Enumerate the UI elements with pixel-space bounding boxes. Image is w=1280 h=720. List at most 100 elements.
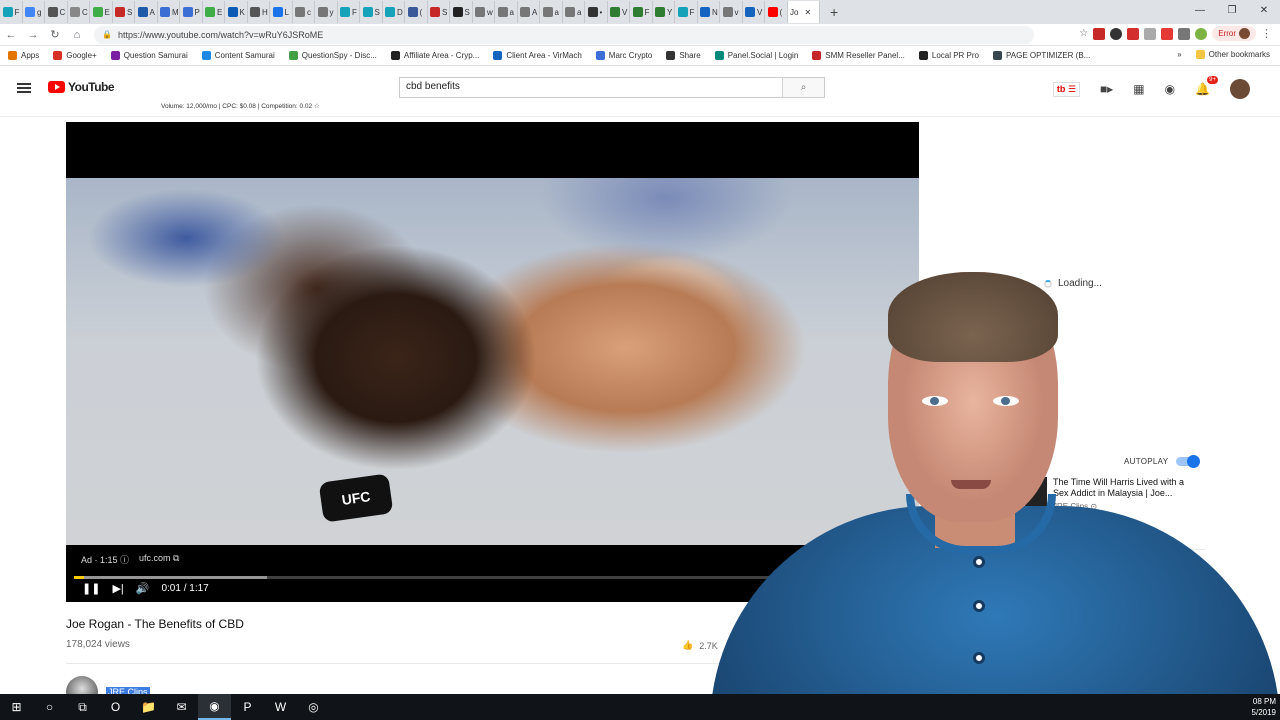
browser-tab[interactable]: S — [451, 1, 473, 23]
bookmark-item[interactable]: Apps — [8, 51, 39, 60]
browser-tab[interactable]: V — [743, 1, 765, 23]
browser-tab[interactable]: V — [608, 1, 630, 23]
search-icon: ⌕ — [800, 82, 807, 93]
account-avatar[interactable] — [1230, 79, 1250, 99]
browser-tab[interactable]: a — [496, 1, 518, 23]
bookmark-item[interactable]: Marc Crypto — [595, 51, 652, 60]
tab-favicon-icon — [295, 7, 305, 17]
taskbar-app-icon[interactable]: ○ — [33, 694, 66, 720]
browser-tab[interactable]: S — [113, 1, 135, 23]
bookmark-item[interactable]: PAGE OPTIMIZER (B... — [993, 51, 1090, 60]
bookmark-item[interactable]: SMM Reseller Panel... — [812, 51, 905, 60]
browser-tab[interactable]: E — [203, 1, 225, 23]
system-clock[interactable]: 08 PM 5/2019 — [1252, 696, 1276, 718]
close-tab-icon[interactable]: ✕ — [804, 8, 811, 17]
notifications-bell-icon[interactable]: 🔔 9+ — [1195, 76, 1218, 96]
taskbar-app-icon[interactable]: ⊞ — [0, 694, 33, 720]
tab-label: F — [644, 7, 650, 17]
bookmark-item[interactable]: Share — [666, 51, 701, 60]
browser-tab[interactable]: ( — [406, 1, 428, 23]
browser-tab[interactable]: F — [676, 1, 698, 23]
taskbar-app-icon[interactable]: ◉ — [198, 694, 231, 720]
close-window-button[interactable]: ✕ — [1248, 0, 1280, 24]
browser-tab[interactable]: A — [136, 1, 158, 23]
browser-tab[interactable]: F — [338, 1, 360, 23]
taskbar-app-icon[interactable]: ✉ — [165, 694, 198, 720]
url-input[interactable]: 🔒 https://www.youtube.com/watch?v=wRuY6J… — [94, 25, 1034, 44]
extension-icon[interactable] — [1110, 27, 1123, 40]
home-icon[interactable]: ⌂ — [66, 29, 88, 41]
create-video-icon[interactable]: ■▸ — [1100, 82, 1113, 96]
browser-tab[interactable]: a — [563, 1, 585, 23]
bookmark-item[interactable]: Affiliate Area - Cryp... — [390, 51, 479, 60]
bookmark-item[interactable]: Local PR Pro — [918, 51, 979, 60]
extension-icon[interactable] — [1195, 27, 1208, 40]
browser-tab[interactable]: F — [1, 1, 23, 23]
bookmark-item[interactable]: QuestionSpy - Disc... — [288, 51, 377, 60]
browser-tab[interactable]: Y — [653, 1, 675, 23]
bookmark-item[interactable]: Content Samurai — [201, 51, 275, 60]
browser-tab[interactable]: H — [248, 1, 270, 23]
volume-icon[interactable]: 🔊 — [136, 582, 150, 595]
browser-tab[interactable]: L — [271, 1, 293, 23]
extension-icon[interactable] — [1161, 27, 1174, 40]
browser-tab[interactable]: g — [23, 1, 45, 23]
search-input[interactable]: cbd benefits — [400, 78, 782, 97]
menu-kebab-icon[interactable]: ⋮ — [1261, 27, 1272, 40]
browser-tab[interactable]: D — [383, 1, 405, 23]
hamburger-menu-icon[interactable] — [17, 83, 31, 93]
taskbar-app-icon[interactable]: ◎ — [297, 694, 330, 720]
browser-tab[interactable]: y — [316, 1, 338, 23]
taskbar-app-icon[interactable]: P — [231, 694, 264, 720]
bookmark-star-icon[interactable]: ☆ — [1079, 28, 1088, 39]
browser-tab[interactable]: c — [293, 1, 315, 23]
browser-tab[interactable]: N — [698, 1, 720, 23]
back-arrow-icon[interactable]: ← — [0, 29, 22, 41]
pause-icon[interactable]: ❚❚ — [82, 582, 100, 595]
browser-tab[interactable]: C — [46, 1, 68, 23]
bookmarks-overflow-button[interactable]: » — [1177, 50, 1181, 59]
bookmark-item[interactable]: Client Area - VirMach — [493, 51, 582, 60]
browser-tab[interactable]: S — [428, 1, 450, 23]
taskbar-app-icon[interactable]: O — [99, 694, 132, 720]
browser-tab[interactable]: w — [473, 1, 495, 23]
browser-tab[interactable]: E — [91, 1, 113, 23]
restore-button[interactable]: ❐ — [1216, 0, 1248, 24]
ad-domain-link[interactable]: ufc.com ⧉ — [139, 553, 179, 566]
browser-tab[interactable]: P — [181, 1, 203, 23]
browser-tab[interactable]: K — [226, 1, 248, 23]
extension-icon[interactable] — [1127, 27, 1140, 40]
extension-icon[interactable] — [1178, 27, 1191, 40]
messages-icon[interactable]: ◉ — [1165, 82, 1175, 96]
taskbar-app-icon[interactable]: W — [264, 694, 297, 720]
reload-icon[interactable]: ↻ — [44, 28, 66, 41]
taskbar-app-icon[interactable]: 📁 — [132, 694, 165, 720]
browser-tab[interactable]: v — [721, 1, 743, 23]
browser-tab[interactable]: • — [586, 1, 608, 23]
taskbar-app-icon[interactable]: ⧉ — [66, 694, 99, 720]
bookmark-item[interactable]: Google+ — [53, 51, 97, 60]
tab-label: S — [127, 7, 133, 17]
extension-icon[interactable] — [1093, 27, 1106, 40]
active-browser-tab[interactable]: Jo ✕ — [788, 1, 820, 23]
apps-grid-icon[interactable]: ▦ — [1133, 82, 1144, 96]
browser-tab[interactable]: C — [68, 1, 90, 23]
other-bookmarks[interactable]: Other bookmarks — [1195, 50, 1270, 59]
tubebuddy-button[interactable]: tb ☰ — [1052, 81, 1080, 97]
browser-tab[interactable]: A — [518, 1, 540, 23]
new-tab-button[interactable]: + — [830, 4, 846, 20]
browser-tab[interactable]: S — [361, 1, 383, 23]
bookmark-item[interactable]: Panel.Social | Login — [714, 51, 798, 60]
browser-tab[interactable]: a — [541, 1, 563, 23]
profile-error-button[interactable]: Error — [1212, 26, 1256, 41]
search-button[interactable]: ⌕ — [782, 78, 824, 97]
minimize-button[interactable]: — — [1184, 0, 1216, 24]
next-icon[interactable]: ▶| — [112, 582, 123, 595]
browser-tab[interactable]: M — [158, 1, 180, 23]
browser-tab[interactable]: F — [631, 1, 653, 23]
bookmark-item[interactable]: Question Samurai — [110, 51, 188, 60]
youtube-logo[interactable]: YouTube — [48, 80, 115, 94]
browser-tab[interactable]: ( — [766, 1, 788, 23]
extension-icon[interactable] — [1144, 27, 1157, 40]
forward-arrow-icon[interactable]: → — [22, 29, 44, 41]
